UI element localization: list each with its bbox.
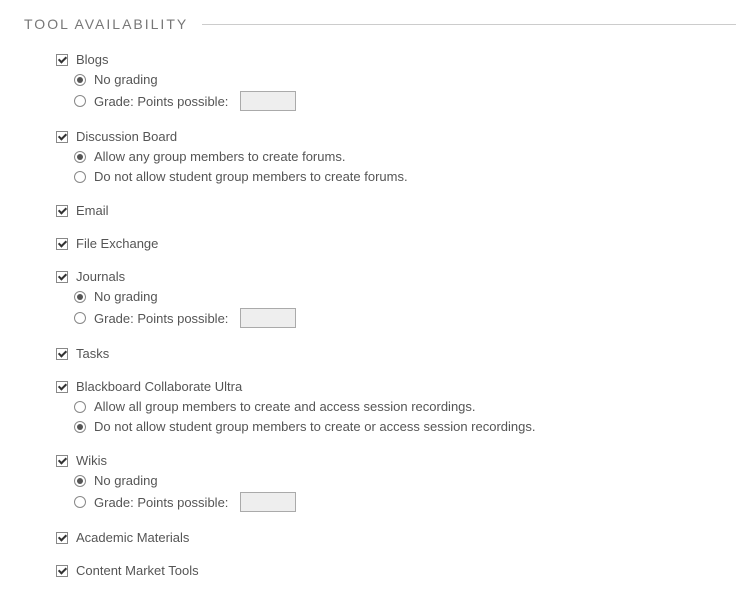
radio-discussion-allow[interactable] bbox=[74, 151, 86, 163]
checkbox-discussion[interactable] bbox=[56, 131, 68, 143]
option-label: Grade: Points possible: bbox=[94, 310, 228, 327]
tool-blogs: Blogs No grading Grade: Points possible: bbox=[56, 52, 736, 111]
tool-label: File Exchange bbox=[76, 236, 158, 251]
checkbox-file-exchange[interactable] bbox=[56, 238, 68, 250]
input-journals-points[interactable] bbox=[240, 308, 296, 328]
checkbox-market[interactable] bbox=[56, 565, 68, 577]
tool-label: Journals bbox=[76, 269, 125, 284]
checkbox-collab[interactable] bbox=[56, 381, 68, 393]
option-label: Grade: Points possible: bbox=[94, 93, 228, 110]
checkbox-blogs[interactable] bbox=[56, 54, 68, 66]
tool-label: Email bbox=[76, 203, 109, 218]
checkbox-wikis[interactable] bbox=[56, 455, 68, 467]
tool-label: Content Market Tools bbox=[76, 563, 199, 578]
tool-label: Academic Materials bbox=[76, 530, 189, 545]
tool-email: Email bbox=[56, 203, 736, 218]
tool-tasks: Tasks bbox=[56, 346, 736, 361]
option-label: No grading bbox=[94, 71, 158, 88]
radio-wikis-nograde[interactable] bbox=[74, 475, 86, 487]
tool-label: Wikis bbox=[76, 453, 107, 468]
tool-label: Blogs bbox=[76, 52, 109, 67]
tool-label: Blackboard Collaborate Ultra bbox=[76, 379, 242, 394]
radio-collab-allow[interactable] bbox=[74, 401, 86, 413]
tool-discussion-board: Discussion Board Allow any group members… bbox=[56, 129, 736, 185]
checkbox-academic[interactable] bbox=[56, 532, 68, 544]
tool-file-exchange: File Exchange bbox=[56, 236, 736, 251]
option-label: No grading bbox=[94, 472, 158, 489]
option-label: Allow all group members to create and ac… bbox=[94, 398, 476, 415]
option-label: Grade: Points possible: bbox=[94, 494, 228, 511]
checkbox-email[interactable] bbox=[56, 205, 68, 217]
radio-journals-nograde[interactable] bbox=[74, 291, 86, 303]
radio-discussion-deny[interactable] bbox=[74, 171, 86, 183]
radio-blogs-nograde[interactable] bbox=[74, 74, 86, 86]
tool-collaborate-ultra: Blackboard Collaborate Ultra Allow all g… bbox=[56, 379, 736, 435]
divider-line bbox=[202, 24, 736, 25]
tool-academic-materials: Academic Materials bbox=[56, 530, 736, 545]
radio-wikis-grade[interactable] bbox=[74, 496, 86, 508]
tool-wikis: Wikis No grading Grade: Points possible: bbox=[56, 453, 736, 512]
input-wikis-points[interactable] bbox=[240, 492, 296, 512]
checkbox-tasks[interactable] bbox=[56, 348, 68, 360]
option-label: Do not allow student group members to cr… bbox=[94, 168, 408, 185]
section-title: TOOL AVAILABILITY bbox=[24, 16, 188, 32]
tool-list: Blogs No grading Grade: Points possible:… bbox=[0, 42, 736, 606]
checkbox-journals[interactable] bbox=[56, 271, 68, 283]
tool-label: Discussion Board bbox=[76, 129, 177, 144]
radio-blogs-grade[interactable] bbox=[74, 95, 86, 107]
option-label: Allow any group members to create forums… bbox=[94, 148, 345, 165]
option-label: Do not allow student group members to cr… bbox=[94, 418, 536, 435]
tool-content-market: Content Market Tools bbox=[56, 563, 736, 578]
tool-label: Tasks bbox=[76, 346, 109, 361]
radio-collab-deny[interactable] bbox=[74, 421, 86, 433]
radio-journals-grade[interactable] bbox=[74, 312, 86, 324]
option-label: No grading bbox=[94, 288, 158, 305]
tool-journals: Journals No grading Grade: Points possib… bbox=[56, 269, 736, 328]
input-blogs-points[interactable] bbox=[240, 91, 296, 111]
